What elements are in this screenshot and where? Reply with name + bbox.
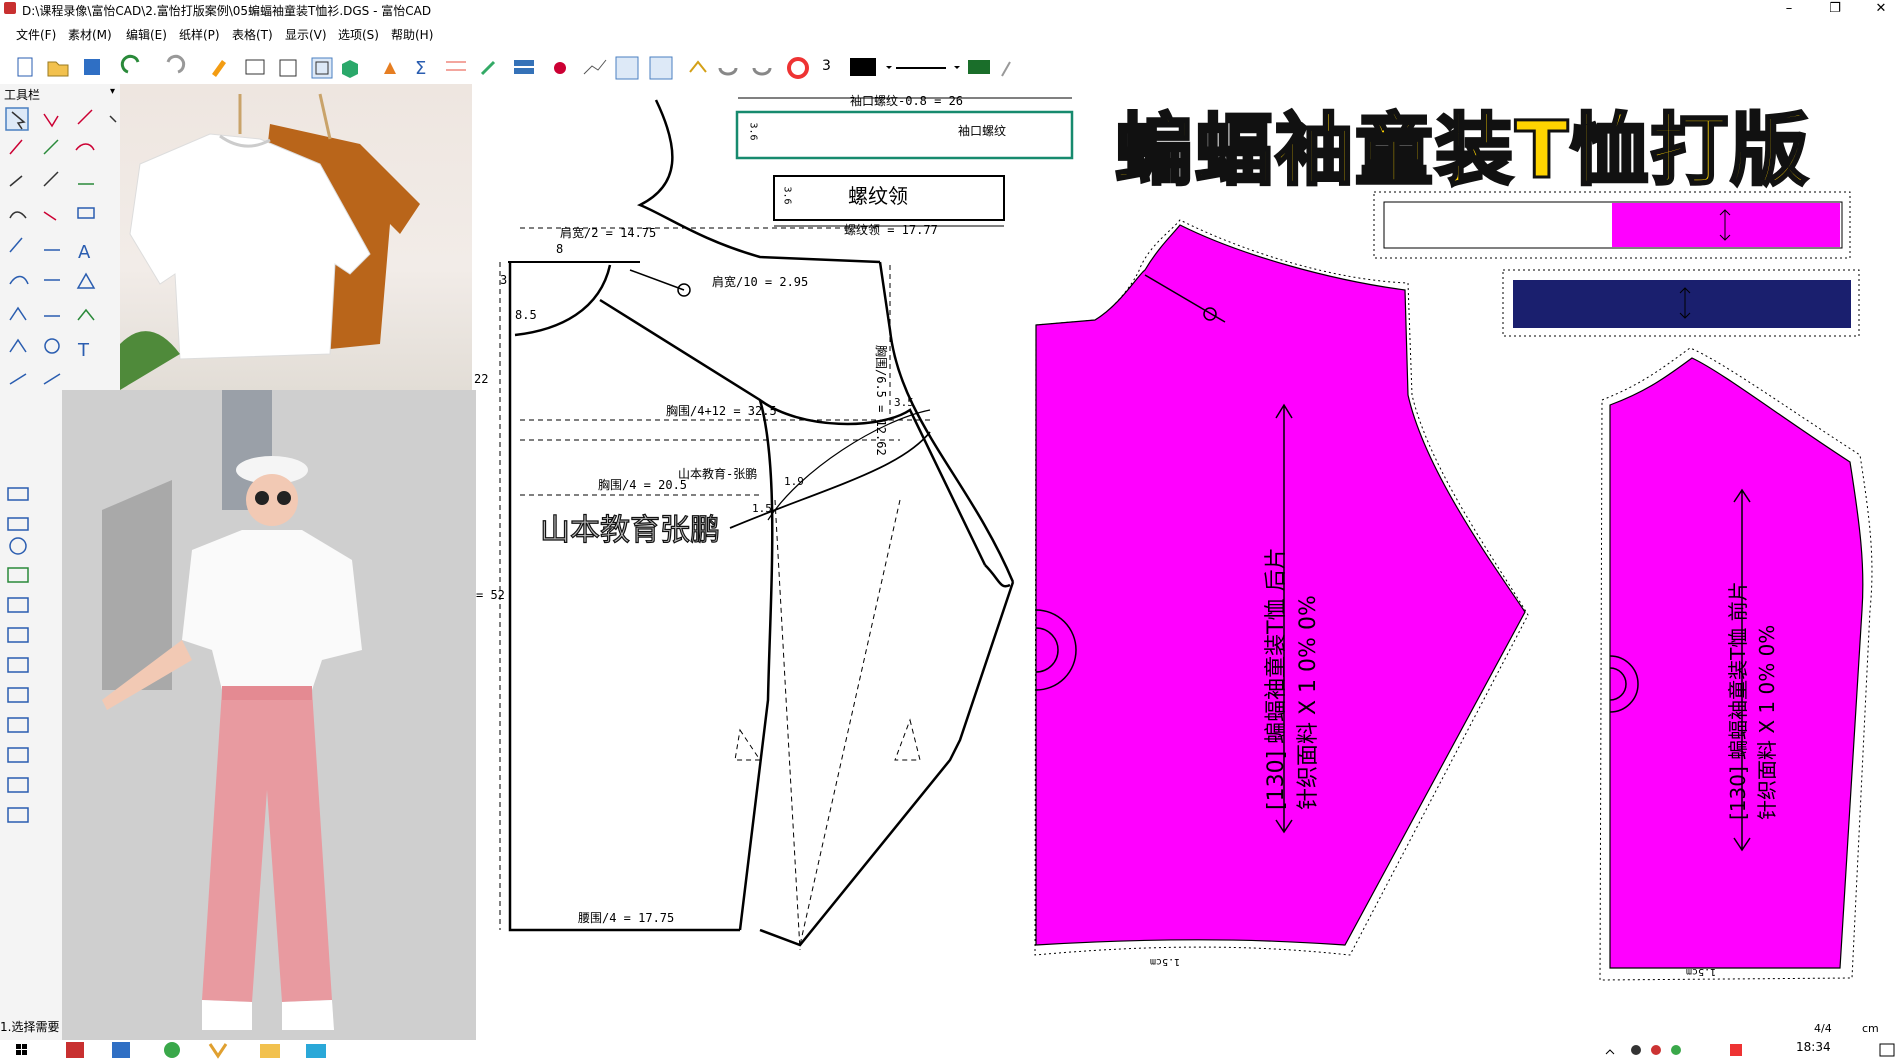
- reference-photo-tshirts: [120, 84, 472, 390]
- seam-allowance-back: 1.5cm: [1150, 956, 1181, 967]
- pattern-canvas[interactable]: [476, 84, 1904, 1020]
- cuff-rib-dim: 袖口螺纹-0.8 = 26: [850, 94, 964, 108]
- dim-1.9: 1.9: [784, 475, 804, 488]
- chest-quarter-dim: 胸围/4 = 20.5: [598, 478, 688, 492]
- svg-text:T: T: [77, 340, 90, 361]
- headline-banner: 蝙蝠袖童装T恤打版: [1113, 105, 1811, 198]
- stack-icon: [514, 60, 534, 66]
- taskbar-app-icon: [66, 1042, 84, 1058]
- menu-view[interactable]: 显示(V): [285, 26, 327, 43]
- pencil-icon: [212, 60, 226, 77]
- dim-3: 3: [500, 273, 508, 287]
- grid-icon: [279, 59, 297, 77]
- restore-button[interactable]: ❐: [1812, 0, 1858, 18]
- chest-63-dim: 胸围/6.5 = 12.62: [874, 345, 888, 456]
- redo-icon: [166, 54, 186, 74]
- clock: 18:34: [1796, 1040, 1831, 1054]
- page-count: 4/4: [1814, 1022, 1832, 1035]
- menu-edit[interactable]: 编辑(E): [126, 26, 167, 43]
- counter-text: 3: [822, 58, 831, 74]
- dim-8.5: 8.5: [515, 308, 537, 322]
- dim-22: 22: [474, 372, 489, 386]
- menu-options[interactable]: 选项(S): [338, 26, 379, 43]
- ruler-icon: [446, 61, 466, 71]
- cuff-rib-piece: [735, 110, 1074, 160]
- svg-text:Σ: Σ: [415, 58, 426, 79]
- dim-8: 8: [556, 242, 564, 256]
- notification-icon: [1879, 1043, 1895, 1057]
- main-toolbar: Σ 3: [0, 52, 1904, 82]
- menu-material[interactable]: 素材(M): [68, 26, 112, 43]
- dim-3.5: 3.5: [894, 396, 914, 409]
- chart-icon: [583, 59, 607, 75]
- status-hint: 1.选择需要: [0, 1020, 60, 1034]
- back-outline-left: [508, 262, 740, 932]
- watermark-text: 山本教育张鹏: [539, 512, 720, 548]
- menu-table[interactable]: 表格(T): [232, 26, 273, 43]
- collar-rib-fill: [1513, 280, 1851, 328]
- svg-text:A: A: [78, 242, 91, 263]
- rib-collar-dim: 螺纹领 = 17.77: [844, 223, 938, 237]
- color-swatch: [850, 58, 876, 76]
- taskbar: [0, 1040, 1904, 1059]
- brush-icon: [480, 60, 496, 76]
- open-folder-icon: [47, 61, 69, 77]
- crown-icon: [689, 60, 707, 73]
- reference-photo-model: [62, 390, 476, 1046]
- credit-small: 山本教育-张鹏: [678, 467, 758, 481]
- color-wheel-icon: [787, 57, 809, 79]
- unit-label: cm: [1862, 1022, 1879, 1035]
- waist-quarter-dim: 腰围/4 = 17.75: [578, 911, 675, 925]
- front-armhole: [878, 261, 1015, 583]
- menu-help[interactable]: 帮助(H): [391, 26, 433, 43]
- taskbar-icons[interactable]: [0, 1040, 1904, 1059]
- cuff-rib-label: 袖口螺纹: [958, 124, 1007, 138]
- toolbar-icons: Σ: [17, 54, 1011, 80]
- dim-3.6b: 3.6: [781, 186, 793, 205]
- tshirts-illustration: [120, 93, 420, 390]
- start-icon: [16, 1044, 21, 1049]
- rib-collar-title: 螺纹领: [848, 184, 908, 208]
- dots-icon: [554, 62, 566, 74]
- cuff-rib-fill: [1612, 203, 1840, 247]
- chest-plus-dim: 胸围/4+12 = 32.5: [666, 404, 777, 418]
- seam-allowance-front: 1.5cm: [1686, 966, 1717, 977]
- dim-3.6a: 3.6: [747, 122, 759, 141]
- dim-52: = 52: [476, 588, 505, 602]
- menu-file[interactable]: 文件(F): [16, 26, 56, 43]
- window-title: D:\课程录像\富怡CAD\2.富怡打版案例\05蝙蝠袖童装T恤衫.DGS - …: [22, 4, 432, 18]
- warn-icon: [384, 62, 396, 74]
- new-file-icon: [17, 57, 33, 77]
- help-arrow-icon: [1001, 61, 1011, 77]
- undo-icon: [120, 54, 140, 74]
- save-icon: [84, 59, 100, 75]
- back-piece-label: [130] 蝙蝠袖童装T恤 后片 针织面料 X 1 0% 0%: [1264, 547, 1321, 810]
- front-piece-label: [130] 蝙蝠袖童装T恤 前片 针织面料 X 1 0% 0%: [1726, 581, 1779, 820]
- film-icon: [968, 60, 990, 74]
- shoulder-half-dim: 肩宽/2 = 14.75: [560, 226, 657, 240]
- model-illustration: [62, 390, 476, 1046]
- shoulder-tenth-dim: 肩宽/10 = 2.95: [712, 275, 809, 289]
- minimize-button[interactable]: –: [1766, 0, 1812, 18]
- sleeve-hem: [759, 581, 1015, 947]
- dim-1.5: 1.5: [752, 502, 772, 515]
- menu-pattern[interactable]: 纸样(P): [179, 26, 220, 43]
- curve-icon: [718, 67, 738, 76]
- menu-bar: 文件(F) 素材(M) 编辑(E) 纸样(P) 表格(T) 显示(V) 选项(S…: [0, 20, 1904, 42]
- close-button[interactable]: ✕: [1858, 0, 1904, 18]
- neck-curve-back: [514, 264, 612, 337]
- shield-icon: [342, 60, 358, 78]
- title-bar: D:\课程录像\富怡CAD\2.富怡打版案例\05蝙蝠袖童装T恤衫.DGS - …: [0, 0, 1904, 18]
- app-icon: [4, 2, 16, 14]
- table-icon: [245, 59, 265, 75]
